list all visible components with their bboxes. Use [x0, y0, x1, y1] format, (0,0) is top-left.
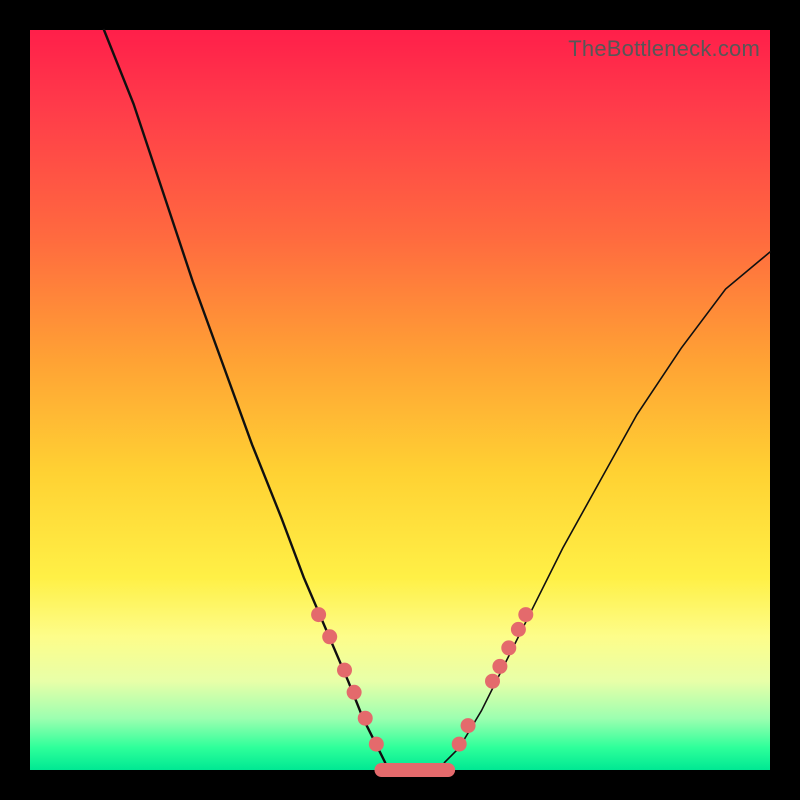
data-bead [369, 737, 384, 752]
data-bead [501, 640, 516, 655]
data-bead [337, 663, 352, 678]
chart-svg [30, 30, 770, 770]
gradient-plot-area: TheBottleneck.com [30, 30, 770, 770]
curve-left [104, 30, 385, 763]
data-bead [518, 607, 533, 622]
data-bead [511, 622, 526, 637]
data-bead [461, 718, 476, 733]
data-bead [347, 685, 362, 700]
data-bead [358, 711, 373, 726]
beads-right-group [452, 607, 534, 752]
data-bead [492, 659, 507, 674]
data-bead [322, 629, 337, 644]
data-bead [485, 674, 500, 689]
data-bead [452, 737, 467, 752]
outer-black-frame: TheBottleneck.com [0, 0, 800, 800]
data-bead [311, 607, 326, 622]
